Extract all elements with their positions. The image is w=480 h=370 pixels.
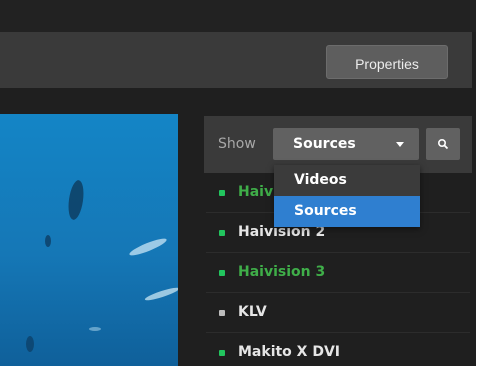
title-strip [0,0,476,32]
show-select-value: Sources [293,136,356,152]
source-label: Haivision 3 [238,264,326,280]
source-row[interactable]: Makito X DVI [206,334,470,366]
app-window: Properties Show Sources Haivision 1 Haiv… [0,0,476,366]
search-icon [437,138,449,150]
properties-button[interactable]: Properties [326,45,448,79]
underwater-scene-image [26,180,178,352]
source-label: Makito X DVI [238,344,341,360]
status-dot [219,190,225,196]
status-dot [219,310,225,316]
dropdown-option-sources[interactable]: Sources [274,196,420,227]
source-label: KLV [238,304,267,320]
video-preview[interactable] [0,114,178,366]
chevron-down-icon [396,142,404,147]
status-dot [219,350,225,356]
show-dropdown-menu: Videos Sources [274,165,420,227]
dropdown-option-videos[interactable]: Videos [274,165,420,196]
search-button[interactable] [426,128,460,160]
status-dot [219,270,225,276]
source-row[interactable]: KLV [206,294,470,333]
show-label: Show [218,136,256,152]
status-dot [219,230,225,236]
source-row[interactable]: Haivision 3 [206,254,470,293]
